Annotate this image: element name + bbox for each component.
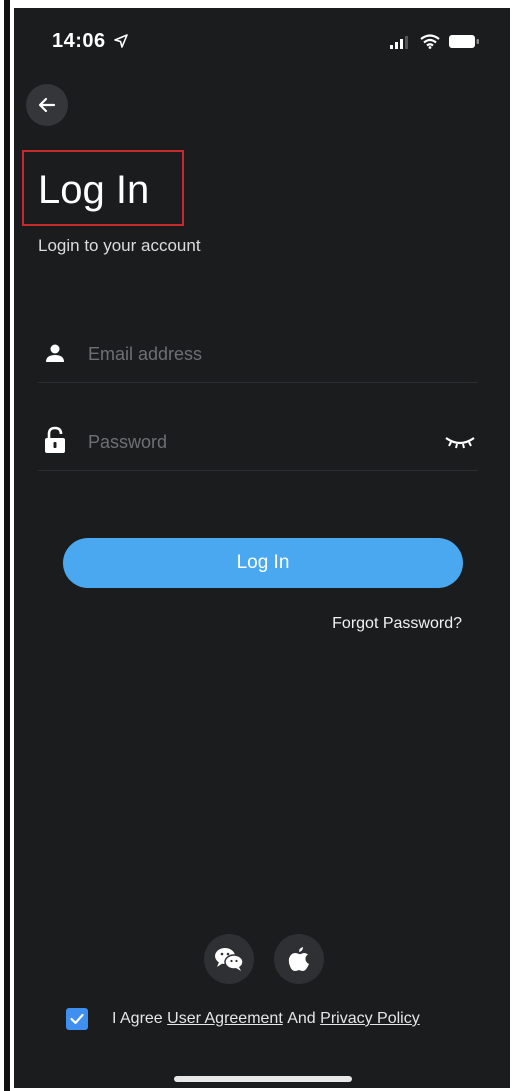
eye-closed-icon[interactable]	[442, 428, 478, 454]
apple-icon	[288, 947, 309, 971]
wechat-icon	[215, 948, 244, 971]
phone-screen: 14:06 Log In Login to your account Email…	[14, 8, 510, 1088]
user-icon	[46, 344, 64, 362]
email-input[interactable]	[86, 336, 420, 372]
agreement-checkbox[interactable]	[66, 1008, 88, 1030]
agreement-and: And	[287, 1010, 316, 1027]
screenshot-edge	[4, 0, 10, 1091]
status-bar: 14:06	[14, 8, 510, 72]
check-icon	[70, 1013, 84, 1025]
page-subtitle: Login to your account	[38, 236, 201, 255]
lock-icon	[45, 426, 65, 453]
battery-icon	[449, 35, 479, 48]
login-button[interactable]: Log In	[63, 538, 463, 588]
agreement-row: I Agree User Agreement And Privacy Polic…	[66, 1008, 420, 1030]
privacy-policy-link[interactable]: Privacy Policy	[320, 1010, 420, 1028]
email-field	[38, 326, 478, 383]
status-icons	[390, 34, 480, 49]
forgot-password-link[interactable]: Forgot Password?	[332, 615, 462, 633]
signal-icon	[390, 35, 408, 49]
location-arrow-icon	[113, 34, 128, 48]
password-field	[38, 414, 478, 471]
wechat-login-button[interactable]	[204, 934, 254, 984]
apple-login-button[interactable]	[274, 934, 324, 984]
password-input[interactable]	[86, 424, 420, 460]
arrow-left-icon	[38, 97, 56, 113]
status-time: 14:06	[52, 30, 128, 53]
user-agreement-link[interactable]: User Agreement	[167, 1010, 283, 1028]
home-indicator	[174, 1076, 352, 1082]
wifi-icon	[420, 34, 440, 49]
back-button[interactable]	[26, 84, 68, 126]
page-title: Log In	[38, 168, 150, 212]
agreement-prefix: I Agree	[112, 1010, 163, 1027]
